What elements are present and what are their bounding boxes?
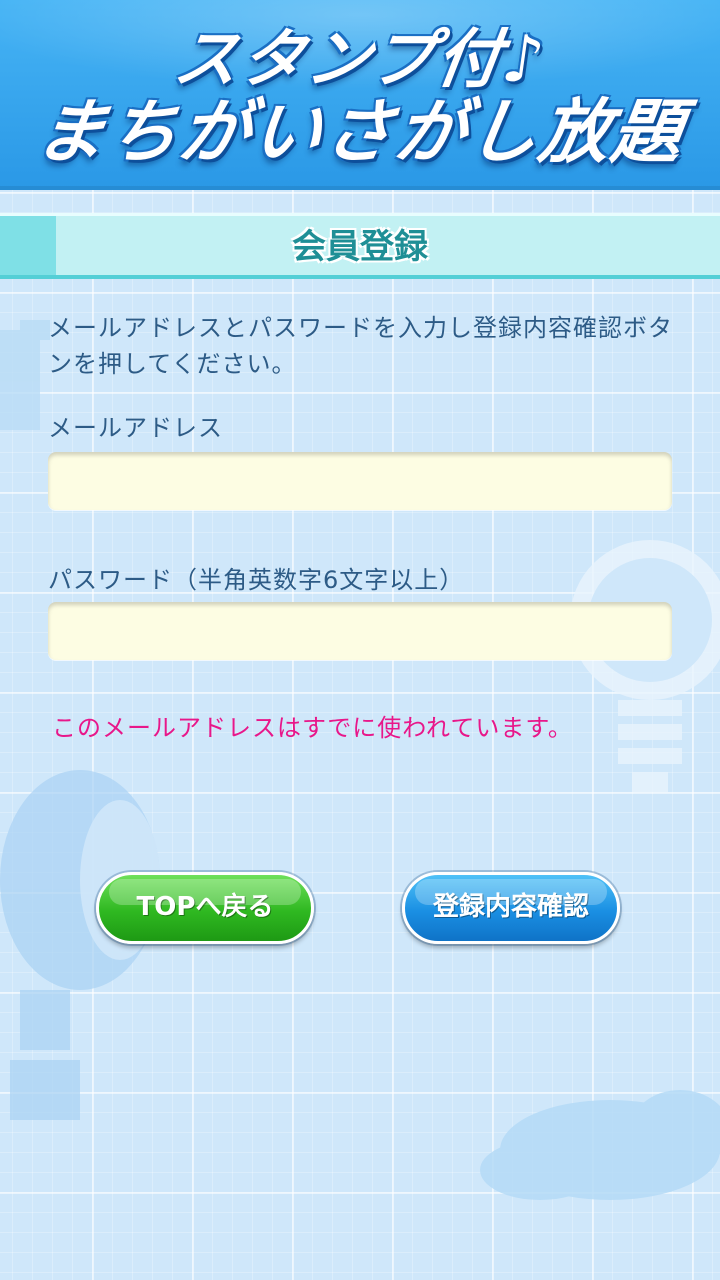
- confirm-registration-button[interactable]: 登録内容確認: [402, 872, 620, 944]
- back-to-top-label: TOPへ戻る: [136, 892, 274, 922]
- back-to-top-button[interactable]: TOPへ戻る: [96, 872, 314, 944]
- app-logo: スタンプ付♪ まちがいさがし放題: [0, 0, 720, 190]
- page-title: 会員登録: [292, 227, 428, 267]
- instruction-text: メールアドレスとパスワードを入力し登録内容確認ボタンを押してください。: [48, 314, 673, 378]
- password-label: パスワード（半角英数字6文字以上）: [48, 566, 465, 594]
- logo-line2: まちがいさがし放題: [30, 91, 690, 173]
- confirm-registration-label: 登録内容確認: [432, 892, 589, 922]
- error-message: このメールアドレスはすでに使われています。: [52, 714, 573, 742]
- email-label: メールアドレス: [48, 414, 223, 442]
- logo-line1: スタンプ付♪: [169, 23, 551, 97]
- section-title-bar: 会員登録: [0, 213, 720, 279]
- email-field[interactable]: [48, 452, 672, 510]
- header-banner: スタンプ付♪ まちがいさがし放題: [0, 0, 720, 190]
- password-field[interactable]: [48, 602, 672, 660]
